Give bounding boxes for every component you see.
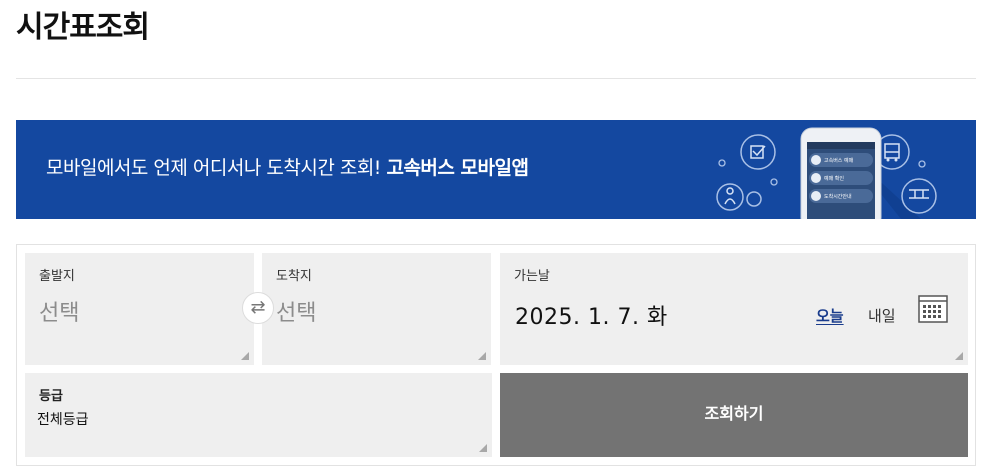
corner-arrow-icon	[955, 352, 963, 360]
date-label: 가는날	[514, 269, 550, 284]
timetable-page: 시간표조회 모바일에서도 언제 어디서나 도착시간 조회! 고속버스 모바일앱	[0, 0, 998, 474]
date-value[interactable]: 2025. 1. 7. 화	[515, 299, 668, 331]
search-button[interactable]: 조회하기	[500, 373, 968, 457]
timetable-search-form: 출발지 선택 ⇄ 도착지 선택 가는날 2025. 1. 7. 화 오늘 내일	[16, 244, 976, 466]
tomorrow-link[interactable]: 내일	[868, 305, 896, 326]
calendar-icon[interactable]	[918, 295, 948, 323]
arrival-label: 도착지	[276, 269, 312, 284]
grade-select[interactable]: 등급 전체등급	[25, 373, 492, 457]
departure-select[interactable]: 출발지 선택	[25, 253, 254, 365]
departure-label: 출발지	[39, 269, 75, 284]
arrival-value: 선택	[276, 301, 317, 326]
banner-illustration: 고속버스 예매 예매 확인 도착시간안내	[716, 127, 937, 219]
check-icon	[740, 134, 776, 170]
date-field: 가는날 2025. 1. 7. 화 오늘 내일	[500, 253, 968, 365]
grade-value: 전체등급	[37, 412, 89, 428]
route-icon	[901, 178, 937, 214]
title-divider	[16, 78, 976, 79]
banner-text: 모바일에서도 언제 어디서나 도착시간 조회! 고속버스 모바일앱	[46, 154, 529, 182]
banner-text-bold: 고속버스 모바일앱	[386, 157, 529, 179]
corner-arrow-icon	[478, 352, 486, 360]
today-link[interactable]: 오늘	[816, 305, 844, 326]
phone-menu-item: 예매 확인	[824, 175, 844, 182]
arrival-select[interactable]: 도착지 선택	[262, 253, 491, 365]
swap-button[interactable]: ⇄	[242, 292, 274, 324]
phone-menu-item: 도착시간안내	[824, 193, 852, 200]
departure-value: 선택	[39, 301, 80, 326]
phone-menu-item: 고속버스 예매	[824, 157, 854, 164]
corner-arrow-icon	[479, 444, 487, 452]
page-title: 시간표조회	[16, 10, 150, 45]
mobile-app-banner[interactable]: 모바일에서도 언제 어디서나 도착시간 조회! 고속버스 모바일앱 고속버스 예…	[16, 120, 976, 219]
banner-text-regular: 모바일에서도 언제 어디서나 도착시간 조회!	[46, 157, 387, 179]
grade-label: 등급	[39, 389, 63, 404]
corner-arrow-icon	[241, 352, 249, 360]
phone-illustration: 고속버스 예매 예매 확인 도착시간안내	[800, 127, 882, 219]
